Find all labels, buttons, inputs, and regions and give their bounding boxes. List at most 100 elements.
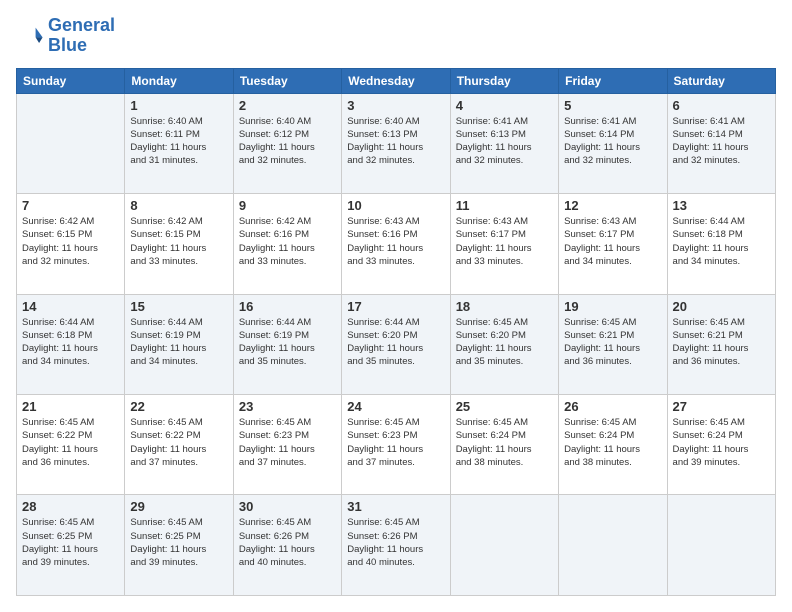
calendar-cell: 11 Sunrise: 6:43 AM Sunset: 6:17 PM Dayli… (450, 194, 558, 294)
logo: General Blue (16, 16, 115, 56)
day-number: 21 (22, 399, 119, 414)
day-number: 14 (22, 299, 119, 314)
calendar-cell: 31 Sunrise: 6:45 AM Sunset: 6:26 PM Dayli… (342, 495, 450, 596)
day-of-week-header: Tuesday (233, 68, 341, 93)
calendar-cell: 29 Sunrise: 6:45 AM Sunset: 6:25 PM Dayli… (125, 495, 233, 596)
day-info: Sunrise: 6:44 AM Sunset: 6:18 PM Dayligh… (22, 316, 119, 369)
day-of-week-header: Monday (125, 68, 233, 93)
day-number: 20 (673, 299, 770, 314)
calendar-cell: 30 Sunrise: 6:45 AM Sunset: 6:26 PM Dayli… (233, 495, 341, 596)
calendar-cell: 4Sunrise: 6:41 AM Sunset: 6:13 PM Daylig… (450, 93, 558, 193)
day-info: Sunrise: 6:45 AM Sunset: 6:22 PM Dayligh… (22, 416, 119, 469)
day-of-week-header: Wednesday (342, 68, 450, 93)
calendar-cell: 17 Sunrise: 6:44 AM Sunset: 6:20 PM Dayli… (342, 294, 450, 394)
calendar-cell (17, 93, 125, 193)
calendar-cell: 8 Sunrise: 6:42 AM Sunset: 6:15 PM Daylig… (125, 194, 233, 294)
page-container: General Blue SundayMondayTuesdayWednesda… (0, 0, 792, 612)
day-info: Sunrise: 6:45 AM Sunset: 6:26 PM Dayligh… (239, 516, 336, 569)
day-number: 8 (130, 198, 227, 213)
day-number: 12 (564, 198, 661, 213)
day-info: Sunrise: 6:43 AM Sunset: 6:17 PM Dayligh… (456, 215, 553, 268)
calendar-cell: 19 Sunrise: 6:45 AM Sunset: 6:21 PM Dayli… (559, 294, 667, 394)
calendar-cell: 18Sunrise: 6:45 AM Sunset: 6:20 PM Dayli… (450, 294, 558, 394)
day-number: 25 (456, 399, 553, 414)
day-number: 19 (564, 299, 661, 314)
day-info: Sunrise: 6:44 AM Sunset: 6:18 PM Dayligh… (673, 215, 770, 268)
calendar-cell (667, 495, 775, 596)
calendar-cell: 6Sunrise: 6:41 AM Sunset: 6:14 PM Daylig… (667, 93, 775, 193)
day-info: Sunrise: 6:45 AM Sunset: 6:23 PM Dayligh… (347, 416, 444, 469)
day-of-week-header: Sunday (17, 68, 125, 93)
calendar-cell: 9 Sunrise: 6:42 AM Sunset: 6:16 PM Daylig… (233, 194, 341, 294)
day-info: Sunrise: 6:45 AM Sunset: 6:26 PM Dayligh… (347, 516, 444, 569)
calendar-cell: 24 Sunrise: 6:45 AM Sunset: 6:23 PM Dayli… (342, 395, 450, 495)
calendar-cell: 26 Sunrise: 6:45 AM Sunset: 6:24 PM Dayli… (559, 395, 667, 495)
day-info: Sunrise: 6:42 AM Sunset: 6:16 PM Dayligh… (239, 215, 336, 268)
day-number: 22 (130, 399, 227, 414)
day-number: 29 (130, 499, 227, 514)
calendar-cell: 1 Sunrise: 6:40 AM Sunset: 6:11 PM Daylig… (125, 93, 233, 193)
day-of-week-header: Saturday (667, 68, 775, 93)
day-number: 3 (347, 98, 444, 113)
calendar-cell: 7 Sunrise: 6:42 AM Sunset: 6:15 PM Daylig… (17, 194, 125, 294)
day-number: 31 (347, 499, 444, 514)
day-info: Sunrise: 6:45 AM Sunset: 6:22 PM Dayligh… (130, 416, 227, 469)
calendar-cell: 13 Sunrise: 6:44 AM Sunset: 6:18 PM Dayli… (667, 194, 775, 294)
calendar-cell: 16Sunrise: 6:44 AM Sunset: 6:19 PM Dayli… (233, 294, 341, 394)
day-info: Sunrise: 6:43 AM Sunset: 6:16 PM Dayligh… (347, 215, 444, 268)
day-info: Sunrise: 6:40 AM Sunset: 6:13 PM Dayligh… (347, 115, 444, 168)
day-info: Sunrise: 6:41 AM Sunset: 6:14 PM Dayligh… (673, 115, 770, 168)
calendar-cell: 20 Sunrise: 6:45 AM Sunset: 6:21 PM Dayli… (667, 294, 775, 394)
calendar-cell: 22 Sunrise: 6:45 AM Sunset: 6:22 PM Dayli… (125, 395, 233, 495)
day-number: 13 (673, 198, 770, 213)
day-number: 9 (239, 198, 336, 213)
day-info: Sunrise: 6:45 AM Sunset: 6:21 PM Dayligh… (564, 316, 661, 369)
calendar-cell: 12 Sunrise: 6:43 AM Sunset: 6:17 PM Dayli… (559, 194, 667, 294)
day-info: Sunrise: 6:45 AM Sunset: 6:24 PM Dayligh… (456, 416, 553, 469)
day-number: 5 (564, 98, 661, 113)
day-number: 16 (239, 299, 336, 314)
day-number: 18 (456, 299, 553, 314)
calendar-cell: 27Sunrise: 6:45 AM Sunset: 6:24 PM Dayli… (667, 395, 775, 495)
day-info: Sunrise: 6:43 AM Sunset: 6:17 PM Dayligh… (564, 215, 661, 268)
day-info: Sunrise: 6:41 AM Sunset: 6:14 PM Dayligh… (564, 115, 661, 168)
day-of-week-header: Thursday (450, 68, 558, 93)
day-info: Sunrise: 6:40 AM Sunset: 6:11 PM Dayligh… (130, 115, 227, 168)
day-number: 4 (456, 98, 553, 113)
calendar-cell: 21 Sunrise: 6:45 AM Sunset: 6:22 PM Dayli… (17, 395, 125, 495)
day-info: Sunrise: 6:45 AM Sunset: 6:25 PM Dayligh… (22, 516, 119, 569)
day-info: Sunrise: 6:44 AM Sunset: 6:19 PM Dayligh… (130, 316, 227, 369)
day-number: 7 (22, 198, 119, 213)
logo-text: General Blue (48, 16, 115, 56)
day-info: Sunrise: 6:45 AM Sunset: 6:25 PM Dayligh… (130, 516, 227, 569)
day-number: 10 (347, 198, 444, 213)
day-number: 2 (239, 98, 336, 113)
day-info: Sunrise: 6:45 AM Sunset: 6:21 PM Dayligh… (673, 316, 770, 369)
day-number: 23 (239, 399, 336, 414)
day-info: Sunrise: 6:42 AM Sunset: 6:15 PM Dayligh… (130, 215, 227, 268)
calendar-cell: 23 Sunrise: 6:45 AM Sunset: 6:23 PM Dayli… (233, 395, 341, 495)
day-info: Sunrise: 6:45 AM Sunset: 6:24 PM Dayligh… (564, 416, 661, 469)
logo-icon (16, 22, 44, 50)
calendar-cell: 3 Sunrise: 6:40 AM Sunset: 6:13 PM Daylig… (342, 93, 450, 193)
calendar-cell (450, 495, 558, 596)
day-info: Sunrise: 6:44 AM Sunset: 6:20 PM Dayligh… (347, 316, 444, 369)
day-number: 27 (673, 399, 770, 414)
day-info: Sunrise: 6:40 AM Sunset: 6:12 PM Dayligh… (239, 115, 336, 168)
header: General Blue (16, 16, 776, 56)
calendar-cell: 2 Sunrise: 6:40 AM Sunset: 6:12 PM Daylig… (233, 93, 341, 193)
day-number: 11 (456, 198, 553, 213)
day-number: 1 (130, 98, 227, 113)
day-number: 15 (130, 299, 227, 314)
day-info: Sunrise: 6:42 AM Sunset: 6:15 PM Dayligh… (22, 215, 119, 268)
day-number: 28 (22, 499, 119, 514)
day-number: 30 (239, 499, 336, 514)
day-number: 17 (347, 299, 444, 314)
day-number: 26 (564, 399, 661, 414)
calendar-cell: 25 Sunrise: 6:45 AM Sunset: 6:24 PM Dayli… (450, 395, 558, 495)
calendar-cell: 15 Sunrise: 6:44 AM Sunset: 6:19 PM Dayli… (125, 294, 233, 394)
day-number: 24 (347, 399, 444, 414)
calendar-cell: 28 Sunrise: 6:45 AM Sunset: 6:25 PM Dayli… (17, 495, 125, 596)
calendar-cell: 14 Sunrise: 6:44 AM Sunset: 6:18 PM Dayli… (17, 294, 125, 394)
day-info: Sunrise: 6:45 AM Sunset: 6:23 PM Dayligh… (239, 416, 336, 469)
